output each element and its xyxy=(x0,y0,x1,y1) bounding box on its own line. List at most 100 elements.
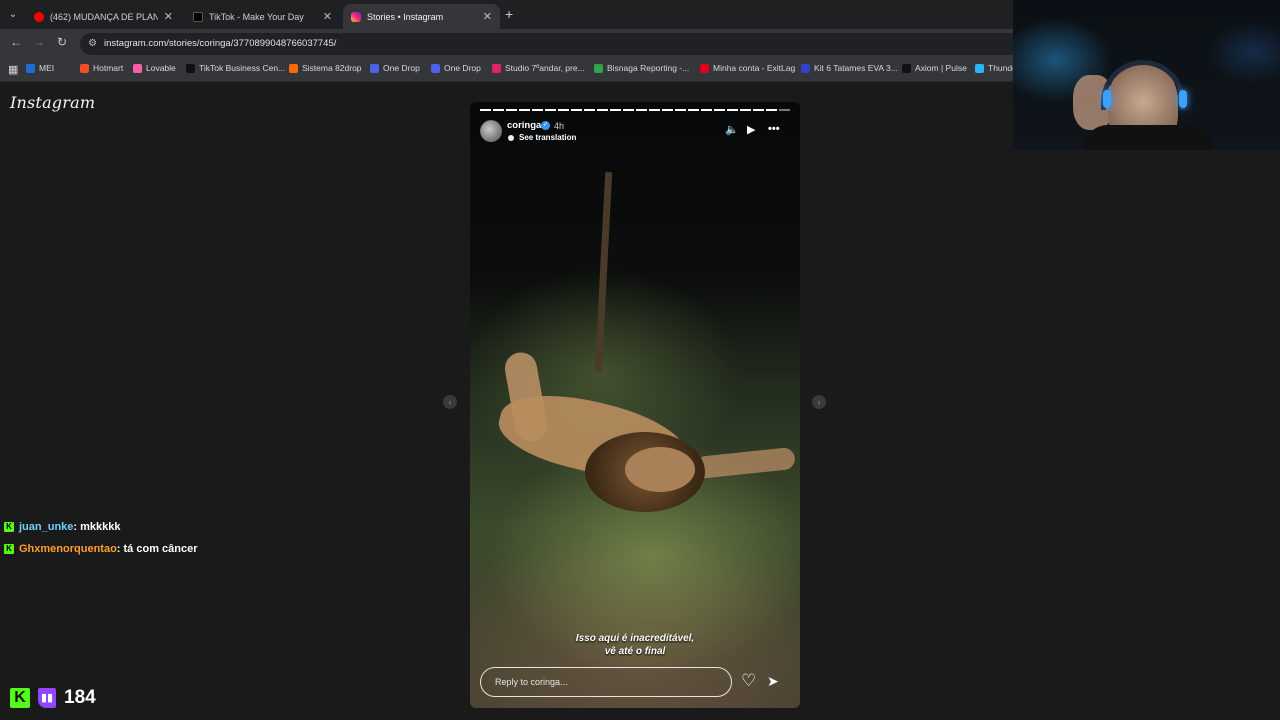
send-icon[interactable]: ➤ xyxy=(767,673,779,690)
progress-segment xyxy=(688,109,699,111)
progress-segment xyxy=(506,109,517,111)
caption-line: vê até o final xyxy=(604,646,666,657)
bookmark-favicon-icon xyxy=(975,63,984,73)
new-tab-button[interactable]: + xyxy=(505,6,513,22)
tab-tiktok[interactable]: TikTok - Make Your Day ✕ xyxy=(185,4,340,29)
heart-icon[interactable]: ♡ xyxy=(741,671,756,691)
address-bar[interactable]: ⚙ instagram.com/stories/coringa/37708990… xyxy=(80,33,1020,55)
bookmark-favicon-icon xyxy=(26,63,35,73)
story-age: 4h xyxy=(554,121,565,131)
chat-username: juan_unke xyxy=(19,521,74,533)
chat-text: : mkkkkk xyxy=(73,521,121,533)
bookmark-favicon-icon xyxy=(594,63,603,73)
bookmark-item[interactable]: One Drop xyxy=(370,63,420,73)
tiktok-icon xyxy=(193,11,203,22)
story-viewer[interactable]: coringa ✓ 4h See translation 🔈 ▶ ••• Iss… xyxy=(470,102,800,708)
instagram-icon xyxy=(351,11,361,22)
bookmark-favicon-icon xyxy=(80,63,89,73)
headphones xyxy=(1101,60,1185,110)
progress-segment xyxy=(480,109,491,111)
progress-segment xyxy=(623,109,634,111)
next-story-arrow-icon[interactable]: › xyxy=(812,395,826,409)
reload-icon[interactable]: ↻ xyxy=(57,35,67,49)
headphone-led xyxy=(1179,90,1187,108)
chat-message: K Ghxmenorquentao : tá com câncer xyxy=(4,543,198,555)
story-progress-bar xyxy=(480,109,790,111)
bookmark-item[interactable]: Kit 6 Tatames EVA 3... xyxy=(801,63,898,73)
reply-input[interactable]: Reply to coringa... xyxy=(480,667,732,697)
bookmark-label: Lovable xyxy=(146,63,176,73)
reply-placeholder: Reply to coringa... xyxy=(495,677,568,687)
caption-line: Isso aqui é inacreditável, xyxy=(575,633,695,644)
tab-title: (462) MUDANÇA DE PLANOS: ( xyxy=(50,11,158,22)
bookmark-item[interactable]: Bisnaga Reporting -... xyxy=(594,63,689,73)
bookmark-item[interactable]: MEI xyxy=(26,63,54,73)
headphone-led xyxy=(1103,90,1111,108)
tab-youtube[interactable]: (462) MUDANÇA DE PLANOS: ( ✕ xyxy=(26,4,181,29)
bookmark-item[interactable]: Minha conta - ExitLag xyxy=(700,63,795,73)
bookmark-favicon-icon xyxy=(133,63,142,73)
bookmark-label: Bisnaga Reporting -... xyxy=(607,63,690,73)
bookmark-item[interactable]: Lovable xyxy=(133,63,176,73)
site-info-icon[interactable]: ⚙ xyxy=(88,38,97,49)
progress-segment xyxy=(532,109,543,111)
tab-instagram[interactable]: Stories • Instagram ✕ xyxy=(343,4,500,29)
progress-segment xyxy=(675,109,686,111)
youtube-icon xyxy=(34,11,44,22)
bookmark-favicon-icon xyxy=(370,63,379,73)
more-options-icon[interactable]: ••• xyxy=(768,123,780,135)
progress-segment xyxy=(493,109,504,111)
previous-story-arrow-icon[interactable]: ‹ xyxy=(443,395,457,409)
story-tree xyxy=(594,171,613,373)
bookmark-item[interactable]: Axiom | Pulse xyxy=(902,63,967,73)
back-arrow-icon[interactable]: ← xyxy=(10,35,22,49)
apps-grid-icon[interactable]: ▦ xyxy=(8,63,18,76)
bookmark-label: Minha conta - ExitLag xyxy=(713,63,796,73)
forward-arrow-icon[interactable]: → xyxy=(33,35,45,49)
tab-title: TikTok - Make Your Day xyxy=(209,11,304,22)
progress-segment xyxy=(636,109,647,111)
bookmark-favicon-icon xyxy=(801,63,810,73)
globe-icon xyxy=(508,135,514,141)
bookmark-item[interactable]: One Drop xyxy=(431,63,481,73)
progress-segment xyxy=(545,109,556,111)
progress-segment xyxy=(727,109,738,111)
story-username[interactable]: coringa xyxy=(507,120,541,131)
bookmark-item[interactable]: Hotmart xyxy=(80,63,123,73)
bookmark-item[interactable]: Sistema 82drop xyxy=(289,63,362,73)
play-icon[interactable]: ▶ xyxy=(747,123,755,136)
bookmark-label: Studio 7ºandar, pre... xyxy=(505,63,585,73)
bookmark-favicon-icon xyxy=(431,63,440,73)
chat-text: : tá com câncer xyxy=(116,543,198,555)
bookmark-item[interactable]: Studio 7ºandar, pre... xyxy=(492,63,585,73)
viewer-count: 184 xyxy=(64,687,96,708)
progress-segment xyxy=(701,109,712,111)
progress-segment xyxy=(779,109,790,111)
webcam-overlay xyxy=(1013,0,1280,150)
url-text[interactable]: instagram.com/stories/coringa/3770899048… xyxy=(104,38,336,49)
progress-segment xyxy=(714,109,725,111)
progress-segment xyxy=(662,109,673,111)
tab-close-icon[interactable]: ✕ xyxy=(164,10,173,23)
tab-close-icon[interactable]: ✕ xyxy=(323,10,332,23)
progress-segment xyxy=(610,109,621,111)
bookmark-item[interactable]: Thunde xyxy=(975,63,1017,73)
instagram-logo[interactable]: Instagram xyxy=(10,93,95,112)
bookmark-label: TikTok Business Cen... xyxy=(199,63,286,73)
bookmark-item[interactable]: TikTok Business Cen... xyxy=(186,63,285,73)
bookmark-favicon-icon xyxy=(186,63,195,73)
bookmark-favicon-icon xyxy=(902,63,911,73)
volume-icon[interactable]: 🔈 xyxy=(725,123,739,136)
kick-badge-icon: K xyxy=(4,522,14,532)
progress-segment xyxy=(597,109,608,111)
verified-badge-icon: ✓ xyxy=(541,121,550,130)
tab-close-icon[interactable]: ✕ xyxy=(483,10,492,23)
bookmark-label: One Drop xyxy=(383,63,420,73)
chat-message: K juan_unke : mkkkkk xyxy=(4,521,121,533)
tab-search-chevron-icon[interactable]: ⌄ xyxy=(4,5,22,23)
bookmark-label: One Drop xyxy=(444,63,481,73)
avatar[interactable] xyxy=(480,120,502,142)
bookmark-favicon-icon xyxy=(492,63,501,73)
see-translation-link[interactable]: See translation xyxy=(519,133,576,142)
progress-segment xyxy=(571,109,582,111)
